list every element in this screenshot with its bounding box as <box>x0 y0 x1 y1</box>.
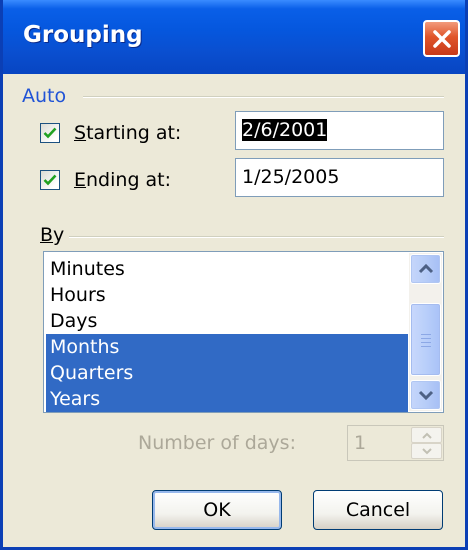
ending-at-input[interactable]: 1/25/2005 <box>235 158 444 197</box>
grouping-dialog: Grouping Auto Starting at: 2/6/2001 Endi… <box>0 0 468 550</box>
starting-at-label: Starting at: <box>74 122 181 144</box>
list-item-days[interactable]: Days <box>46 308 408 334</box>
chevron-down-icon <box>418 390 434 401</box>
number-of-days-label: Number of days: <box>138 432 296 454</box>
auto-group-label: Auto <box>22 85 67 107</box>
scroll-down-button[interactable] <box>410 380 441 410</box>
ending-at-value: 1/25/2005 <box>242 166 340 188</box>
spin-up-button[interactable] <box>411 427 442 443</box>
ending-at-label: Ending at: <box>74 169 171 191</box>
number-of-days-value: 1 <box>354 432 367 454</box>
starting-at-accesskey: S <box>74 122 87 144</box>
checkmark-icon <box>43 174 57 186</box>
ok-button[interactable]: OK <box>152 490 282 530</box>
chevron-up-icon <box>418 263 434 274</box>
ending-at-checkbox[interactable] <box>40 170 60 190</box>
close-button[interactable] <box>423 20 460 57</box>
by-listbox[interactable]: Minutes Hours Days Months Quarters Years <box>43 251 444 413</box>
thumb-grip-line <box>421 342 431 343</box>
dialog-title: Grouping <box>23 22 143 48</box>
thumb-grip-line <box>421 346 431 347</box>
auto-group-divider <box>83 96 444 98</box>
chevron-down-icon <box>422 448 432 455</box>
by-group-divider <box>69 236 444 238</box>
by-accesskey: B <box>40 224 54 246</box>
starting-at-input[interactable]: 2/6/2001 <box>235 111 444 150</box>
spin-down-button[interactable] <box>411 443 442 459</box>
scroll-thumb[interactable] <box>410 303 441 376</box>
cancel-button[interactable]: Cancel <box>313 490 443 530</box>
chevron-up-icon <box>422 432 432 439</box>
by-group-label: By <box>40 224 64 246</box>
list-item-minutes[interactable]: Minutes <box>46 256 408 282</box>
by-label-text: y <box>53 224 65 246</box>
starting-at-value: 2/6/2001 <box>242 119 328 141</box>
ending-at-label-text: nding at: <box>86 169 172 191</box>
starting-at-label-text: tarting at: <box>86 122 182 144</box>
thumb-grip-line <box>421 338 431 339</box>
list-item-quarters[interactable]: Quarters <box>46 360 408 386</box>
list-item-months[interactable]: Months <box>46 334 408 360</box>
list-item-hours[interactable]: Hours <box>46 282 408 308</box>
number-of-days-spinner[interactable]: 1 <box>347 425 444 461</box>
close-icon <box>433 30 451 48</box>
list-item-years[interactable]: Years <box>46 386 408 412</box>
starting-at-checkbox[interactable] <box>40 123 60 143</box>
scroll-up-button[interactable] <box>410 254 441 284</box>
listbox-scrollbar[interactable] <box>409 253 442 411</box>
thumb-grip-line <box>421 334 431 335</box>
title-bar[interactable]: Grouping <box>3 0 465 74</box>
ending-at-accesskey: E <box>74 169 87 191</box>
checkmark-icon <box>43 127 57 139</box>
